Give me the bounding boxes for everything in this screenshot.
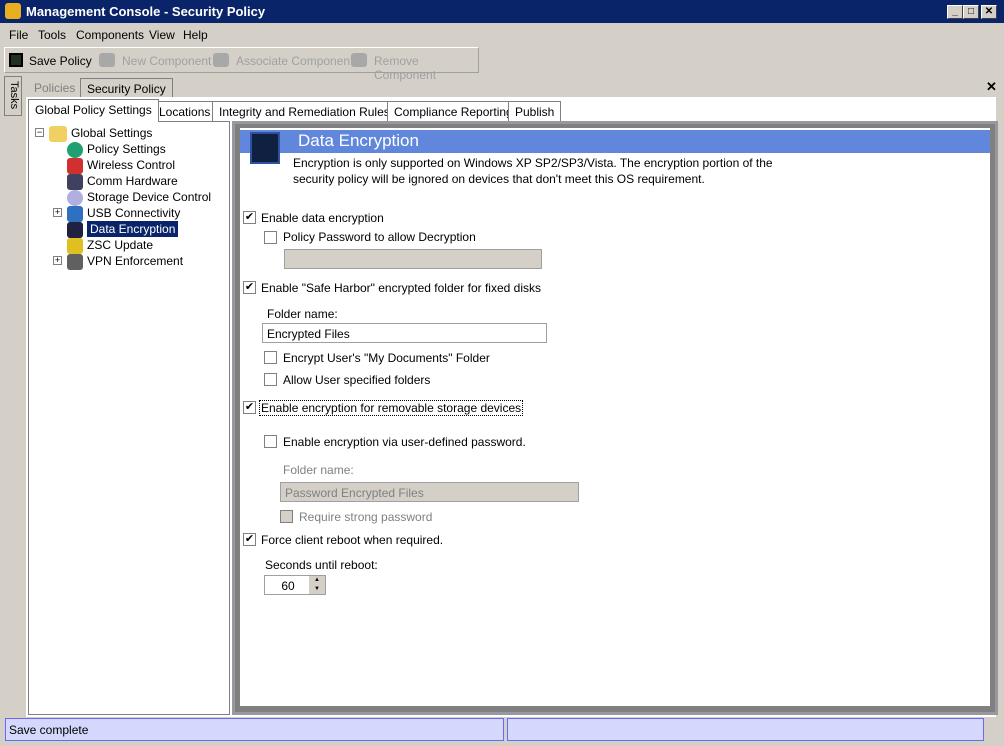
tasks-panel-tab[interactable]: Tasks	[4, 76, 22, 116]
status-text: Save complete	[5, 718, 504, 741]
tree-root[interactable]: Global Settings	[35, 126, 152, 142]
tree-label: Storage Device Control	[87, 190, 212, 205]
encryption-lock-icon	[250, 132, 280, 164]
tab-global-policy-settings[interactable]: Global Policy Settings	[28, 99, 159, 122]
tree-item-policy-settings[interactable]: Policy Settings	[67, 142, 166, 158]
password-folder-input[interactable]: Password Encrypted Files	[280, 482, 579, 502]
tree-item-usb-connectivity[interactable]: USB Connectivity	[67, 206, 180, 222]
tab-policies[interactable]: Policies	[28, 78, 82, 98]
tab-integrity-remediation[interactable]: Integrity and Remediation Rules	[212, 101, 397, 121]
force-reboot-checkbox[interactable]: ✔	[243, 533, 256, 546]
tree-item-storage-device-control[interactable]: Storage Device Control	[67, 190, 211, 206]
details-panel: Data Encryption Encryption is only suppo…	[240, 128, 990, 706]
tab-security-policy[interactable]: Security Policy	[80, 78, 173, 98]
associate-component-button[interactable]: Associate Component	[236, 54, 353, 68]
remove-component-icon	[351, 53, 367, 67]
tree-item-zsc-update[interactable]: ZSC Update	[67, 238, 153, 254]
section-title: Data Encryption	[298, 131, 419, 150]
tree-item-comm-hardware[interactable]: Comm Hardware	[67, 174, 178, 190]
tree-label: VPN Enforcement	[87, 254, 184, 269]
description-line-1: Encryption is only supported on Windows …	[293, 156, 773, 170]
lock-icon	[67, 222, 83, 238]
tree-label: Policy Settings	[87, 142, 166, 157]
tree-item-data-encryption[interactable]: Data Encryption	[67, 221, 179, 238]
tab-publish[interactable]: Publish	[508, 101, 562, 121]
folder-name-label: Folder name:	[267, 307, 338, 321]
folder-name-input[interactable]: Encrypted Files	[262, 323, 547, 343]
menu-components[interactable]: Components	[76, 28, 144, 42]
collapse-root-icon[interactable]: −	[35, 128, 44, 137]
enable-data-encryption-label: Enable data encryption	[261, 211, 384, 225]
disc-icon	[67, 190, 83, 206]
safe-harbor-checkbox[interactable]: ✔	[243, 281, 256, 294]
policy-password-label: Policy Password to allow Decryption	[283, 230, 476, 244]
wireless-icon	[67, 158, 83, 174]
spinner-arrows-icon[interactable]: ▲ ▼	[309, 576, 325, 594]
tree-item-vpn-enforcement[interactable]: VPN Enforcement	[67, 254, 183, 270]
expand-usb-icon[interactable]: +	[53, 208, 62, 217]
save-policy-button[interactable]: Save Policy	[29, 54, 92, 68]
menu-help[interactable]: Help	[183, 28, 208, 42]
tab-locations[interactable]: Locations	[152, 101, 218, 121]
maximize-button[interactable]: □	[963, 5, 979, 19]
minimize-button[interactable]: _	[947, 5, 963, 19]
force-reboot-label: Force client reboot when required.	[261, 533, 444, 547]
my-documents-label: Encrypt User's "My Documents" Folder	[283, 351, 490, 365]
usb-icon	[67, 206, 83, 222]
user-folders-label: Allow User specified folders	[283, 373, 431, 387]
menu-tools[interactable]: Tools	[38, 28, 66, 42]
remove-component-button[interactable]: Remove Component	[374, 54, 478, 82]
close-tab-icon[interactable]: ✕	[986, 79, 997, 95]
hardware-icon	[67, 174, 83, 190]
toolbar: Save Policy New Component Associate Comp…	[4, 47, 479, 82]
safe-harbor-label: Enable "Safe Harbor" encrypted folder fo…	[261, 281, 541, 295]
user-folders-checkbox[interactable]	[264, 373, 277, 386]
close-button[interactable]: ✕	[981, 5, 997, 19]
removable-storage-label: Enable encryption for removable storage …	[259, 400, 524, 416]
app-icon	[5, 3, 21, 19]
menu-view[interactable]: View	[149, 28, 175, 42]
window-title: Management Console - Security Policy	[26, 4, 266, 19]
new-component-icon	[99, 53, 115, 67]
status-panel-2	[507, 718, 984, 741]
tree-root-label: Global Settings	[71, 126, 153, 141]
tree-label: Wireless Control	[87, 158, 176, 173]
tasks-label: Tasks	[8, 81, 20, 110]
tree-item-wireless-control[interactable]: Wireless Control	[67, 158, 175, 174]
tree-label: USB Connectivity	[87, 206, 181, 221]
expand-vpn-icon[interactable]: +	[53, 256, 62, 265]
vpn-icon	[67, 254, 83, 270]
tree-label: Comm Hardware	[87, 174, 178, 189]
associate-component-icon	[213, 53, 229, 67]
my-documents-checkbox[interactable]	[264, 351, 277, 364]
tab-compliance-reporting[interactable]: Compliance Reporting	[387, 101, 520, 121]
removable-storage-checkbox[interactable]: ✔	[243, 401, 256, 414]
tree-label: ZSC Update	[87, 238, 154, 253]
user-password-label: Enable encryption via user-defined passw…	[283, 435, 526, 449]
policy-password-checkbox[interactable]	[264, 231, 277, 244]
menu-file[interactable]: File	[9, 28, 28, 42]
tree-label: Data Encryption	[87, 221, 179, 238]
user-password-checkbox[interactable]	[264, 435, 277, 448]
update-icon	[67, 238, 83, 254]
strong-password-label: Require strong password	[299, 510, 433, 524]
enable-data-encryption-checkbox[interactable]: ✔	[243, 211, 256, 224]
seconds-label: Seconds until reboot:	[265, 558, 378, 572]
strong-password-checkbox[interactable]	[280, 510, 293, 523]
folder-icon	[49, 126, 67, 142]
settings-tree: Global Settings Policy Settings Wireless…	[28, 121, 230, 715]
policy-password-input[interactable]	[284, 249, 542, 269]
description-line-2: security policy will be ignored on devic…	[293, 172, 705, 186]
folder2-name-label: Folder name:	[283, 463, 354, 477]
save-icon	[9, 53, 23, 67]
globe-icon	[67, 142, 83, 158]
title-bar: Management Console - Security Policy	[0, 0, 1004, 23]
new-component-button[interactable]: New Component	[122, 54, 211, 68]
